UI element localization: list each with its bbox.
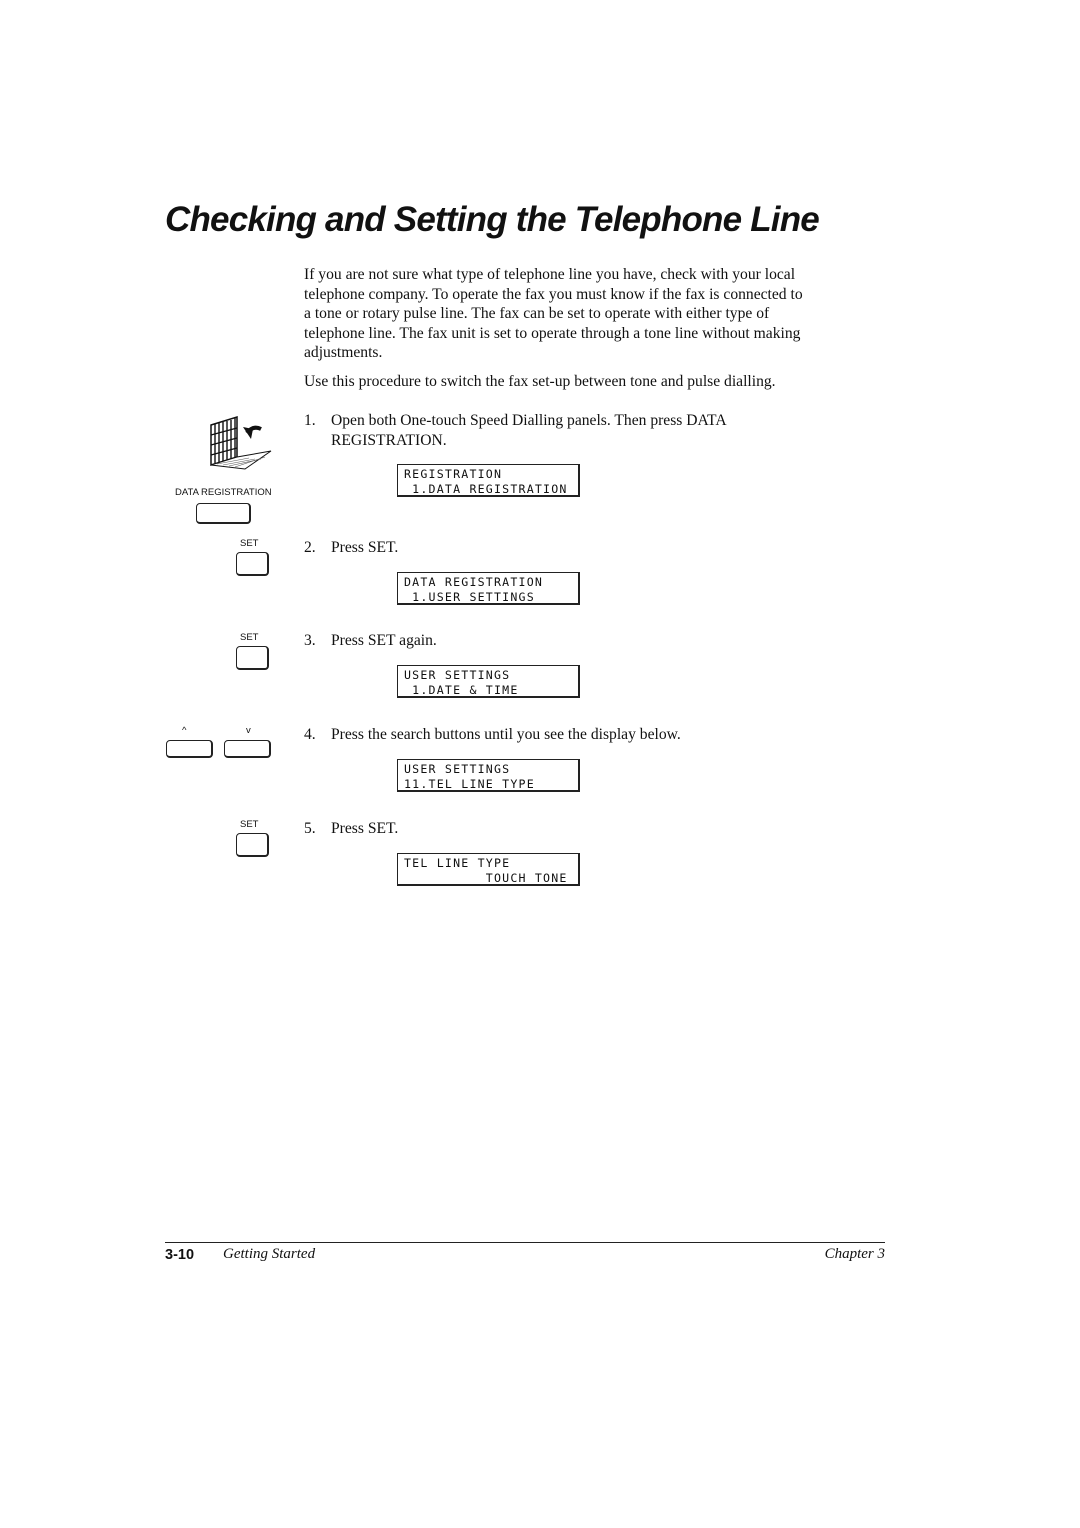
data-registration-button[interactable] [196,503,251,524]
step-text: Press SET. [331,820,399,837]
step-text: Open both One-touch Speed Dialling panel… [331,411,727,450]
set-label: SET [240,819,259,830]
step-text: Press SET again. [331,632,437,649]
lcd-display: TEL LINE TYPE TOUCH TONE [397,853,580,886]
lcd-line: USER SETTINGS [404,762,511,776]
set-label: SET [240,632,259,643]
speed-dial-panel-icon [210,415,272,470]
set-button[interactable] [236,552,269,576]
step-text: Press SET. [331,539,399,556]
lcd-display: USER SETTINGS 11.TEL LINE TYPE [397,759,580,792]
step-number: 3. [304,632,316,649]
data-registration-label: DATA REGISTRATION [175,487,272,498]
lcd-display: USER SETTINGS 1.DATE & TIME [397,665,580,698]
procedure-paragraph: Use this procedure to switch the fax set… [304,373,776,390]
lcd-line: TOUCH TONE [404,871,568,885]
footer-section: Getting Started [223,1246,316,1262]
lcd-display: DATA REGISTRATION 1.USER SETTINGS [397,572,580,605]
step-number: 2. [304,539,316,556]
footer-rule [165,1242,885,1243]
step-number: 4. [304,726,316,743]
step-line: Open both One-touch Speed Dialling panel… [331,412,727,429]
step-number: 5. [304,820,316,837]
lcd-line: 1.DATA REGISTRATION [404,482,568,496]
step-text: Press the search buttons until you see t… [331,726,681,743]
step-line: REGISTRATION. [331,431,447,449]
intro-line: a tone or rotary pulse line. The fax can… [304,305,770,322]
footer-chapter: Chapter 3 [824,1246,885,1262]
intro-line: telephone line. The fax unit is set to o… [304,324,801,342]
page-number: 3-10 [165,1247,195,1263]
search-down-button[interactable] [224,740,271,758]
lcd-line: REGISTRATION [404,467,503,481]
set-button[interactable] [236,833,269,857]
step-number: 1. [304,412,316,429]
lcd-line: 1.USER SETTINGS [404,590,535,604]
search-up-label: ^ [182,725,187,736]
intro-line: adjustments. [304,344,383,361]
search-up-button[interactable] [166,740,213,758]
intro-paragraph: If you are not sure what type of telepho… [304,265,803,363]
page-title: Checking and Setting the Telephone Line [165,200,820,239]
lcd-line: USER SETTINGS [404,668,511,682]
intro-line: If you are not sure what type of telepho… [304,266,796,283]
set-button[interactable] [236,646,269,670]
lcd-line: 11.TEL LINE TYPE [404,777,535,791]
lcd-line: DATA REGISTRATION [404,575,544,589]
lcd-line: TEL LINE TYPE [404,856,511,870]
set-label: SET [240,538,259,549]
intro-line: telephone company. To operate the fax yo… [304,285,803,303]
search-down-label: v [246,725,251,736]
lcd-display: REGISTRATION 1.DATA REGISTRATION [397,464,580,497]
lcd-line: 1.DATE & TIME [404,683,519,697]
